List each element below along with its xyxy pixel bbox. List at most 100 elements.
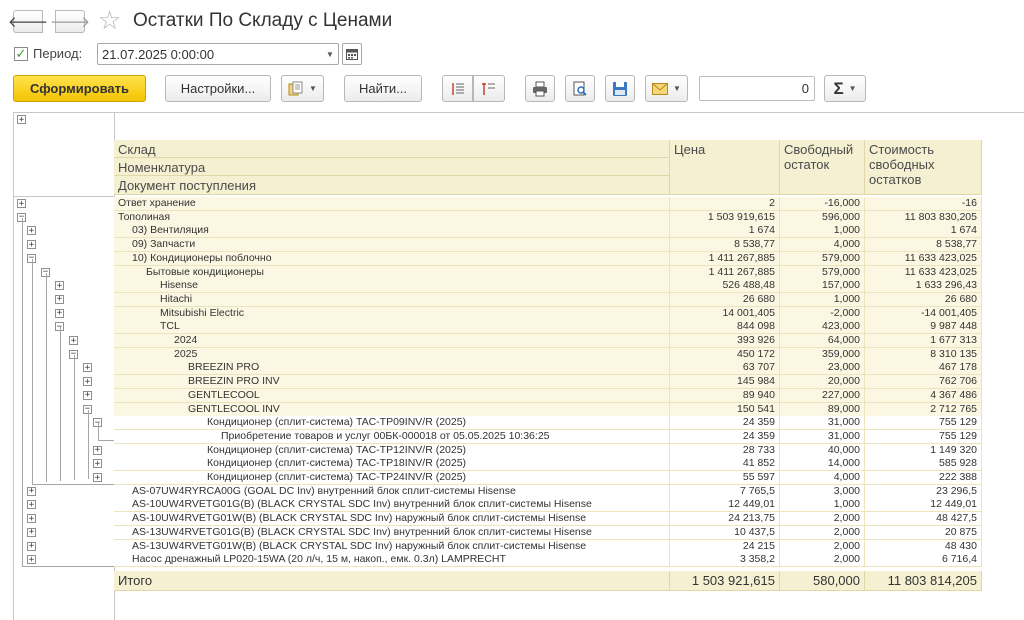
row-name: Hitachi: [114, 292, 670, 307]
printer-icon: [533, 81, 547, 96]
expand-row-toggle[interactable]: +: [83, 390, 92, 400]
table-row[interactable]: 2024 393 926 64,000 1 677 313: [114, 334, 982, 348]
sum-button[interactable]: Σ ▼: [824, 75, 866, 102]
tree-connector: [22, 566, 114, 568]
expand-row-toggle[interactable]: +: [27, 500, 36, 510]
table-row[interactable]: Кондиционер (сплит-система) TAC-TP09INV/…: [114, 416, 982, 431]
expand-row-toggle[interactable]: +: [27, 555, 36, 565]
table-row[interactable]: 09) Запчасти 8 538,77 4,000 8 538,77: [114, 238, 982, 253]
expand-row-toggle[interactable]: +: [55, 281, 64, 291]
row-price: 7 765,5: [670, 484, 780, 499]
row-price: 14 001,405: [670, 306, 780, 321]
sigma-icon: Σ: [833, 78, 844, 98]
find-button[interactable]: Найти...: [344, 75, 422, 102]
row-price: 8 538,77: [670, 238, 780, 253]
expand-row-toggle[interactable]: +: [55, 294, 64, 304]
table-row[interactable]: Насос дренажный LP020-15WA (20 л/ч, 15 м…: [114, 553, 982, 568]
header-stock-cost: Стоимость свободных остатков: [865, 140, 982, 195]
table-row[interactable]: Бытовые кондиционеры 1 411 267,885 579,000…: [114, 265, 982, 280]
expand-row-toggle[interactable]: +: [27, 541, 36, 551]
save-button[interactable]: [605, 75, 635, 102]
table-row[interactable]: GENTLECOOL 89 940 227,000 4 367 486: [114, 388, 982, 403]
favorite-star-icon[interactable]: ☆: [98, 6, 121, 34]
table-row[interactable]: AS-10UW4RVETG01G(B) (BLACK CRYSTAL SDC I…: [114, 498, 982, 513]
expand-row-toggle[interactable]: +: [69, 336, 78, 345]
table-row[interactable]: Кондиционер (сплит-система) TAC-TP18INV/…: [114, 457, 982, 472]
tree-connector: [60, 327, 61, 481]
print-preview-button[interactable]: [565, 75, 595, 102]
chevron-down-icon: ▼: [326, 49, 334, 59]
row-stock-cost: 26 680: [865, 292, 982, 307]
expand-row-toggle[interactable]: +: [55, 308, 64, 318]
row-price: 55 597: [670, 471, 780, 485]
expand-row-toggle[interactable]: +: [27, 486, 36, 496]
table-row[interactable]: Hitachi 26 680 1,000 26 680: [114, 292, 982, 307]
row-name: Hisense: [114, 279, 670, 294]
variants-button[interactable]: ▼: [281, 75, 324, 102]
tree-connector: [88, 409, 89, 479]
expand-row-toggle[interactable]: +: [83, 377, 92, 387]
row-free-stock: 14,000: [780, 457, 865, 472]
period-date-input[interactable]: 21.07.2025 0:00:00: [97, 43, 339, 65]
total-row: Итого 1 503 921,615 580,000 11 803 814,2…: [114, 571, 982, 591]
row-free-stock: 89,000: [780, 402, 865, 417]
tree-connector: [98, 423, 99, 440]
table-row[interactable]: AS-10UW4RVETG01W(B) (BLACK CRYSTAL SDC I…: [114, 512, 982, 527]
table-row[interactable]: Ответ хранение 2 -16,000 -16: [114, 197, 982, 211]
expand-row-toggle[interactable]: +: [27, 514, 36, 524]
row-free-stock: 3,000: [780, 484, 865, 499]
row-stock-cost: 467 178: [865, 361, 982, 376]
expand-row-toggle[interactable]: +: [27, 527, 36, 537]
table-row[interactable]: Mitsubishi Electric 14 001,405 -2,000 -14 0…: [114, 306, 982, 321]
row-name: BREEZIN PRO INV: [114, 375, 670, 390]
row-name: BREEZIN PRO: [114, 361, 670, 376]
send-email-button[interactable]: ▼: [645, 75, 688, 102]
print-button[interactable]: [525, 75, 555, 102]
row-stock-cost: 12 449,01: [865, 498, 982, 513]
table-row[interactable]: Hisense 526 488,48 157,000 1 633 296,43: [114, 279, 982, 294]
expand-row-toggle[interactable]: +: [27, 240, 36, 250]
period-label: Период:: [33, 46, 83, 61]
calendar-button[interactable]: [342, 43, 362, 65]
chevron-down-icon: ▼: [848, 84, 857, 93]
expand-row-toggle[interactable]: +: [27, 226, 36, 236]
row-free-stock: 4,000: [780, 238, 865, 253]
divider: [13, 112, 14, 620]
collapse-groups-button[interactable]: [473, 75, 505, 102]
table-row[interactable]: 10) Кондиционеры поблочно 1 411 267,885 57…: [114, 251, 982, 266]
table-row[interactable]: 2025 450 172 359,000 8 310 135: [114, 347, 982, 362]
row-stock-cost: 1 674: [865, 224, 982, 239]
expand-groups-button[interactable]: [442, 75, 473, 102]
report-variants-icon: [288, 81, 303, 95]
tree-connector: [22, 217, 23, 567]
expand-row-toggle[interactable]: +: [93, 473, 102, 482]
table-row[interactable]: AS-07UW4RYRCA00G (GOAL DC Inv) внутренни…: [114, 484, 982, 499]
table-row[interactable]: Кондиционер (сплит-система) TAC-TP24INV/…: [114, 471, 982, 485]
generate-button[interactable]: Сформировать: [13, 75, 146, 102]
preview-icon: [573, 81, 587, 96]
table-row[interactable]: Кондиционер (сплит-система) TAC-TP12INV/…: [114, 443, 982, 458]
back-button[interactable]: 🡐: [8, 10, 48, 33]
table-row[interactable]: 03) Вентиляция 1 674 1,000 1 674: [114, 224, 982, 239]
row-name: AS-10UW4RVETG01W(B) (BLACK CRYSTAL SDC I…: [114, 512, 670, 527]
table-row[interactable]: AS-13UW4RVETG01W(B) (BLACK CRYSTAL SDC I…: [114, 539, 982, 554]
table-row[interactable]: AS-13UW4RVETG01G(B) (BLACK CRYSTAL SDC I…: [114, 525, 982, 540]
expand-row-toggle[interactable]: +: [93, 459, 102, 469]
table-row[interactable]: BREEZIN PRO 63 707 23,000 467 178: [114, 361, 982, 376]
forward-button[interactable]: 🡒: [50, 10, 90, 33]
row-name: 2025: [114, 347, 670, 362]
table-row[interactable]: TCL 844 098 423,000 9 987 448: [114, 320, 982, 335]
expand-row-toggle[interactable]: +: [17, 199, 26, 208]
table-row[interactable]: BREEZIN PRO INV 145 984 20,000 762 706: [114, 375, 982, 390]
table-row[interactable]: Тополиная 1 503 919,615 596,000 11 803 830,…: [114, 210, 982, 225]
expand-all-levels-toggle[interactable]: +: [17, 115, 26, 124]
sum-value-field[interactable]: 0: [699, 76, 815, 101]
expand-row-toggle[interactable]: +: [93, 445, 102, 455]
period-checkbox[interactable]: ✓: [14, 47, 28, 61]
settings-button[interactable]: Настройки...: [165, 75, 271, 102]
table-row[interactable]: GENTLECOOL INV 150 541 89,000 2 712 765: [114, 402, 982, 417]
table-row[interactable]: Приобретение товаров и услуг 00БК-000018…: [114, 429, 982, 444]
row-free-stock: 1,000: [780, 292, 865, 307]
expand-row-toggle[interactable]: +: [83, 363, 92, 373]
period-dropdown-button[interactable]: ▼: [322, 44, 338, 64]
